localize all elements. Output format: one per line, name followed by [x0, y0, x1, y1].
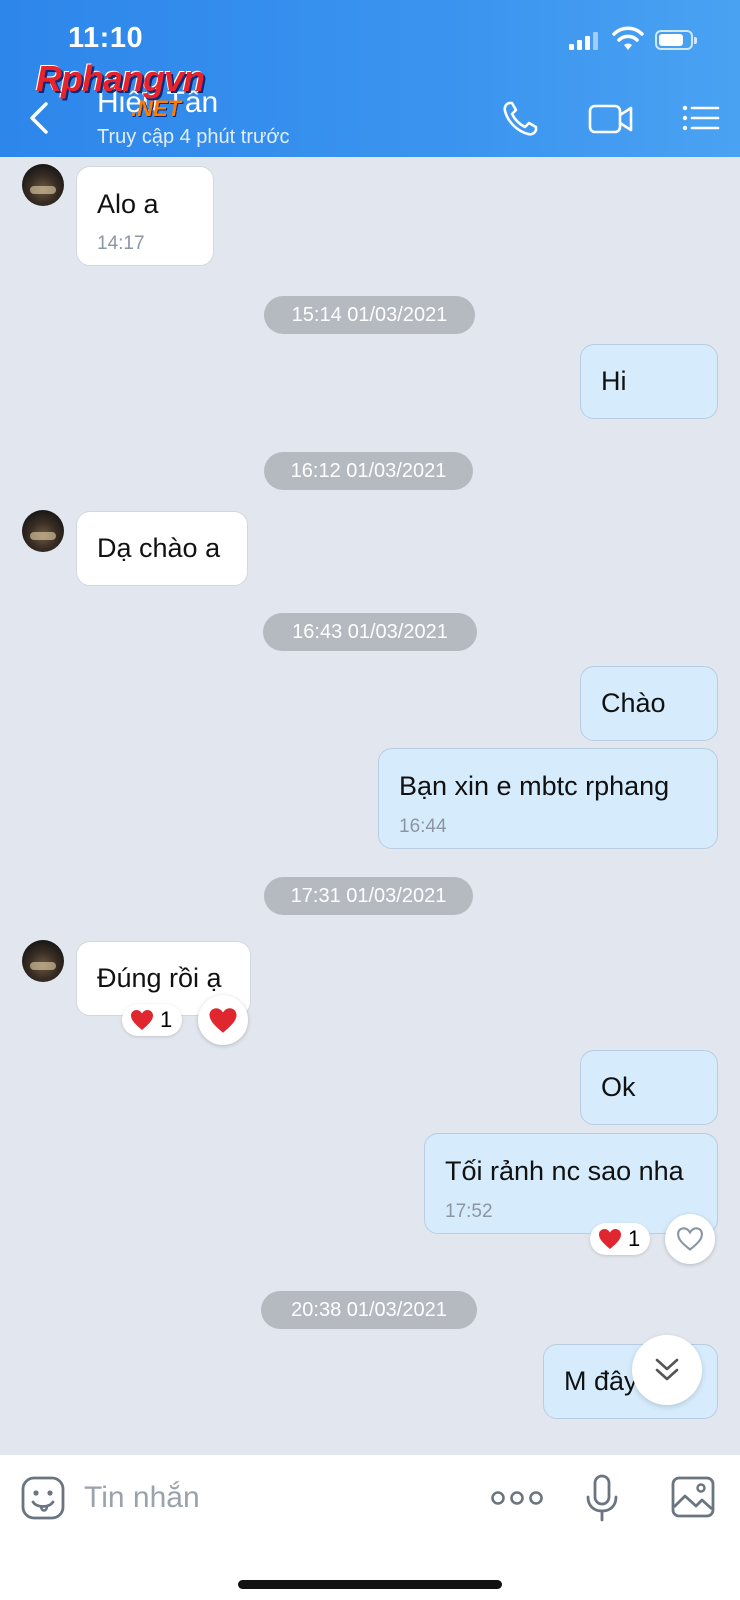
- date-separator: 15:14 01/03/2021: [264, 296, 475, 334]
- message-text: Alo a: [97, 189, 159, 219]
- message-bubble-incoming[interactable]: Dạ chào a: [76, 511, 248, 586]
- react-button[interactable]: [198, 995, 248, 1045]
- date-separator: 20:38 01/03/2021: [261, 1291, 477, 1329]
- message-composer: [0, 1455, 740, 1600]
- heart-reaction-icon: [599, 1229, 621, 1249]
- message-text: Dạ chào a: [97, 533, 221, 563]
- message-time: 14:17: [97, 233, 145, 254]
- image-picker-icon[interactable]: [670, 1475, 716, 1519]
- message-time: 17:52: [445, 1201, 493, 1222]
- reaction-count: 1: [628, 1226, 641, 1251]
- contact-avatar[interactable]: [22, 164, 64, 206]
- message-text: Đúng rồi ạ: [97, 963, 222, 993]
- video-call-icon[interactable]: [587, 98, 635, 138]
- status-time: 11:10: [68, 22, 144, 54]
- date-separator: 17:31 01/03/2021: [264, 877, 473, 915]
- microphone-icon[interactable]: [584, 1473, 620, 1523]
- phone-call-icon[interactable]: [500, 98, 542, 138]
- contact-avatar[interactable]: [22, 510, 64, 552]
- message-text: Hi: [601, 366, 627, 396]
- message-input[interactable]: [84, 1475, 464, 1521]
- watermark-main: Rphangvn: [36, 58, 205, 99]
- react-button[interactable]: [665, 1214, 715, 1264]
- reaction-summary[interactable]: 1: [122, 1004, 183, 1036]
- message-time: 16:44: [399, 816, 447, 837]
- scroll-to-bottom-button[interactable]: [632, 1335, 702, 1405]
- wifi-icon: [612, 26, 644, 50]
- message-bubble-outgoing[interactable]: Chào: [580, 666, 718, 741]
- reaction-summary[interactable]: 1: [590, 1223, 651, 1255]
- message-text: Tối rảnh nc sao nha: [445, 1156, 684, 1186]
- double-chevron-down-icon: [655, 1358, 679, 1381]
- sticker-icon[interactable]: [20, 1475, 66, 1521]
- last-seen-status: Truy cập 4 phút trước: [97, 126, 290, 148]
- message-text: Bạn xin e mbtc rphang: [399, 771, 670, 801]
- heart-reaction-icon: [131, 1010, 153, 1030]
- message-text: Chào: [601, 688, 666, 718]
- contact-avatar[interactable]: [22, 940, 64, 982]
- message-text: Ok: [601, 1072, 636, 1102]
- watermark-logo: Rphangvn .NET: [36, 58, 261, 128]
- reaction-count: 1: [160, 1007, 173, 1032]
- heart-outline-icon: [677, 1227, 703, 1251]
- home-indicator: [238, 1580, 502, 1589]
- date-separator: 16:12 01/03/2021: [264, 452, 473, 490]
- heart-icon: [209, 1007, 237, 1033]
- message-bubble-outgoing[interactable]: Hi: [580, 344, 718, 419]
- message-list[interactable]: Alo a 14:17 15:14 01/03/2021 Hi 16:12 01…: [0, 157, 740, 1455]
- message-bubble-outgoing[interactable]: Bạn xin e mbtc rphang 16:44: [378, 748, 718, 849]
- more-options-icon[interactable]: [490, 1485, 544, 1511]
- battery-icon: [655, 30, 697, 50]
- message-bubble-incoming[interactable]: Alo a 14:17: [76, 166, 214, 266]
- menu-list-icon[interactable]: [680, 98, 722, 138]
- date-separator: 16:43 01/03/2021: [263, 613, 477, 651]
- chat-header: 11:10 Hiếu Tấn Truy cập 4 phút trước Rph…: [0, 0, 740, 157]
- message-bubble-outgoing[interactable]: Ok: [580, 1050, 718, 1125]
- cellular-signal-icon: [569, 30, 599, 50]
- watermark-sub: .NET: [131, 96, 182, 121]
